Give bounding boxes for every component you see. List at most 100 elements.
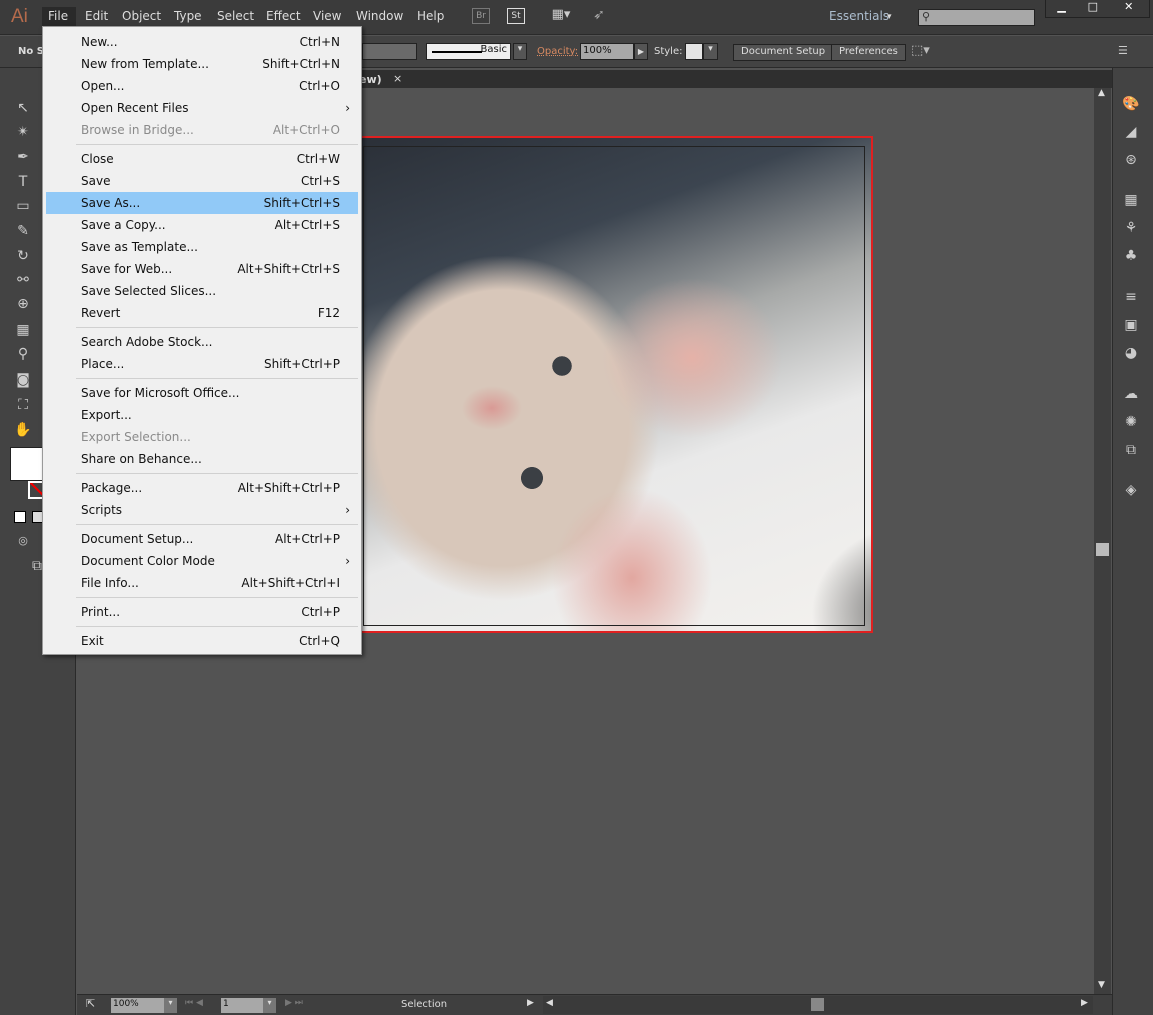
menu-item-revert[interactable]: Revert F12 [46, 302, 358, 324]
scroll-thumb[interactable] [811, 998, 824, 1011]
appearance-icon[interactable]: ⊛ [1122, 152, 1140, 170]
transform-options-icon[interactable]: ⬚▾ [911, 43, 930, 58]
menu-item-search-adobe-stock[interactable]: Search Adobe Stock... [46, 331, 358, 353]
menu-item-open[interactable]: Open... Ctrl+O [46, 75, 358, 97]
paintbrush-tool-icon[interactable]: ✎ [14, 223, 32, 241]
arrange-documents-icon[interactable]: ▦▾ [548, 8, 574, 24]
menu-item-save-as[interactable]: Save As... Shift+Ctrl+S [46, 192, 358, 214]
first-artboard-icon[interactable]: ⏮ ◀ [185, 998, 203, 1008]
artboard-number-input[interactable]: 1 [221, 998, 263, 1013]
menu-window[interactable]: Window [356, 9, 403, 23]
opacity-slider-button[interactable]: ▶ [634, 43, 648, 60]
type-tool-icon[interactable]: T [14, 174, 32, 192]
gradient-panel-icon[interactable]: ▣ [1122, 317, 1140, 335]
menu-item-exit[interactable]: Exit Ctrl+Q [46, 630, 358, 652]
last-artboard-icon[interactable]: ▶ ⏭ [285, 998, 303, 1008]
menu-item-open-recent-files[interactable]: Open Recent Files › [46, 97, 358, 119]
scroll-right-icon[interactable]: ▶ [1081, 998, 1088, 1008]
artboard[interactable] [360, 136, 873, 633]
color-guide-icon[interactable]: ◢ [1122, 124, 1140, 142]
fill-swatch[interactable] [10, 447, 44, 481]
stroke-weight-field[interactable] [362, 43, 417, 60]
menu-item-save-as-template[interactable]: Save as Template... [46, 236, 358, 258]
status-menu-icon[interactable]: ▶ [527, 998, 534, 1008]
menu-file[interactable]: File [42, 7, 76, 27]
workspace-switcher[interactable]: Essentials [829, 9, 889, 23]
brushes-icon[interactable]: ⚘ [1122, 220, 1140, 238]
libraries-icon[interactable]: ☁ [1122, 386, 1140, 404]
menu-help[interactable]: Help [417, 9, 444, 23]
stock-icon[interactable]: St [507, 8, 525, 24]
menu-item-save-selected-slices[interactable]: Save Selected Slices... [46, 280, 358, 302]
chevron-down-icon[interactable]: ▾ [263, 998, 276, 1013]
menu-item-document-color-mode[interactable]: Document Color Mode › [46, 550, 358, 572]
menu-type[interactable]: Type [174, 9, 202, 23]
shape-builder-icon[interactable]: ⊕ [14, 296, 32, 314]
vertical-scrollbar[interactable]: ▲ ▼ [1094, 88, 1111, 994]
minimize-button[interactable]: ▁ [1046, 0, 1077, 17]
menu-item-new[interactable]: New... Ctrl+N [46, 31, 358, 53]
opacity-label[interactable]: Opacity: [537, 46, 578, 57]
draw-mode-icon[interactable]: ◎ [14, 534, 32, 552]
close-window-button[interactable]: ✕ [1108, 0, 1149, 17]
scroll-up-icon[interactable]: ▲ [1098, 88, 1105, 98]
rotate-tool-icon[interactable]: ↻ [14, 248, 32, 266]
current-tool-label[interactable]: Selection [401, 999, 447, 1010]
selection-tool-icon[interactable]: ↖ [14, 100, 32, 118]
document-setup-button[interactable]: Document Setup [733, 44, 834, 61]
menu-item-save-a-copy[interactable]: Save a Copy... Alt+Ctrl+S [46, 214, 358, 236]
fill-mode-icon[interactable] [14, 511, 26, 523]
asset-export-icon[interactable]: ⧉ [1122, 442, 1140, 460]
menu-view[interactable]: View [313, 9, 341, 23]
menu-item-close[interactable]: Close Ctrl+W [46, 148, 358, 170]
menu-effect[interactable]: Effect [266, 9, 301, 23]
symbols-icon[interactable]: ♣ [1122, 248, 1140, 266]
chevron-down-icon[interactable]: ▾ [164, 998, 177, 1013]
width-tool-icon[interactable]: ⚯ [14, 272, 32, 290]
brush-definition-dropdown[interactable]: Basic [426, 43, 511, 60]
stroke-panel-icon[interactable]: ≡ [1122, 289, 1140, 307]
document-tab-title[interactable]: ew) [359, 73, 382, 86]
pen-tool-icon[interactable]: ✒ [14, 149, 32, 167]
hand-tool-icon[interactable]: ✋ [14, 422, 32, 440]
graphic-style-swatch[interactable] [685, 43, 703, 60]
transparency-icon[interactable]: ◕ [1122, 345, 1140, 363]
scroll-thumb[interactable] [1096, 543, 1109, 556]
menu-select[interactable]: Select [217, 9, 254, 23]
menu-item-package[interactable]: Package... Alt+Shift+Ctrl+P [46, 477, 358, 499]
horizontal-scrollbar[interactable]: ◀ ▶ [543, 996, 1093, 1014]
menu-item-print[interactable]: Print... Ctrl+P [46, 601, 358, 623]
menu-object[interactable]: Object [122, 9, 161, 23]
close-tab-icon[interactable]: × [393, 72, 402, 85]
search-input[interactable]: ⚲ [918, 9, 1035, 26]
swatches-icon[interactable]: ▦ [1122, 192, 1140, 210]
rectangle-tool-icon[interactable]: ▭ [14, 198, 32, 216]
perspective-grid-icon[interactable]: ▦ [14, 322, 32, 340]
chevron-down-icon[interactable]: ▾ [513, 43, 527, 60]
menu-item-file-info[interactable]: File Info... Alt+Shift+Ctrl+I [46, 572, 358, 594]
menu-item-new-from-template[interactable]: New from Template... Shift+Ctrl+N [46, 53, 358, 75]
menu-edit[interactable]: Edit [85, 9, 108, 23]
layers-icon[interactable]: ◈ [1122, 482, 1140, 500]
maximize-button[interactable]: □ [1077, 0, 1108, 17]
menu-item-export[interactable]: Export... [46, 404, 358, 426]
color-panel-icon[interactable]: 🎨 [1122, 96, 1140, 114]
preferences-button[interactable]: Preferences [831, 44, 906, 61]
symbol-sprayer-icon[interactable]: ◙ [14, 372, 32, 390]
menu-item-document-setup[interactable]: Document Setup... Alt+Ctrl+P [46, 528, 358, 550]
share-icon[interactable]: ⇱ [86, 997, 95, 1010]
chevron-down-icon[interactable]: ▾ [703, 43, 718, 60]
eyedropper-icon[interactable]: ⚲ [14, 346, 32, 364]
chevron-down-icon[interactable]: ▾ [887, 12, 892, 22]
scroll-left-icon[interactable]: ◀ [546, 998, 553, 1008]
menu-item-save-for-web[interactable]: Save for Web... Alt+Shift+Ctrl+S [46, 258, 358, 280]
menu-item-save[interactable]: Save Ctrl+S [46, 170, 358, 192]
panel-menu-icon[interactable]: ☰ [1118, 44, 1128, 57]
menu-item-place[interactable]: Place... Shift+Ctrl+P [46, 353, 358, 375]
menu-item-share-on-behance[interactable]: Share on Behance... [46, 448, 358, 470]
magic-wand-icon[interactable]: ✴ [14, 124, 32, 142]
graphic-styles-icon[interactable]: ✺ [1122, 414, 1140, 432]
menu-item-save-for-microsoft-office[interactable]: Save for Microsoft Office... [46, 382, 358, 404]
menu-item-scripts[interactable]: Scripts › [46, 499, 358, 521]
bridge-icon[interactable]: Br [472, 8, 490, 24]
